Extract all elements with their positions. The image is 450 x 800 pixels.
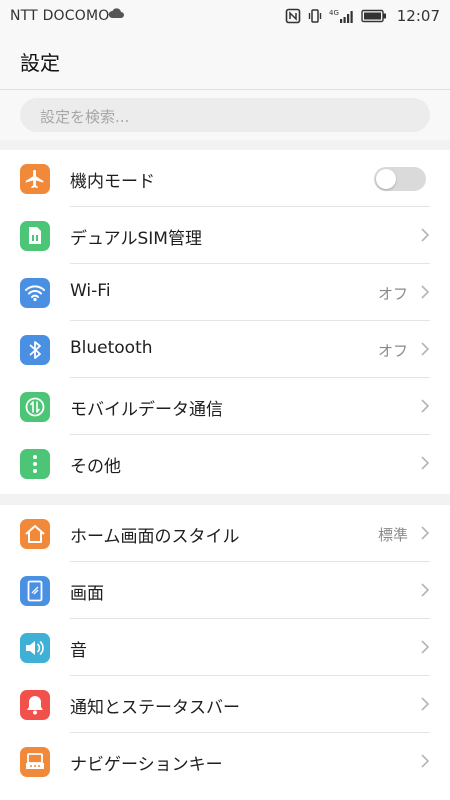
status-bar: NTT DOCOMO 4G 12:07 bbox=[0, 0, 450, 32]
chevron-right-icon bbox=[421, 583, 430, 597]
settings-item-dual-sim[interactable]: デュアルSIM管理 bbox=[0, 207, 450, 264]
more-icon bbox=[20, 449, 50, 479]
wifi-status: オフ bbox=[377, 285, 408, 303]
bluetooth-icon bbox=[20, 335, 50, 365]
chevron-right-icon bbox=[421, 342, 430, 356]
bell-icon bbox=[20, 690, 50, 720]
search-area: 設定を検索... bbox=[0, 90, 450, 140]
settings-item-label: 画面 bbox=[70, 584, 104, 604]
battery-icon bbox=[361, 9, 386, 23]
settings-item-home-style[interactable]: ホーム画面のスタイル 標準 bbox=[0, 505, 450, 562]
settings-item-label: 機内モード bbox=[70, 172, 155, 192]
airplane-mode-toggle[interactable] bbox=[374, 167, 426, 191]
home-icon bbox=[20, 519, 50, 549]
settings-item-display[interactable]: 画面 bbox=[0, 562, 450, 619]
settings-item-label: デュアルSIM管理 bbox=[70, 229, 202, 249]
chevron-right-icon bbox=[421, 697, 430, 711]
settings-item-label: 通知とステータスバー bbox=[70, 698, 240, 718]
settings-item-label: 音 bbox=[70, 641, 87, 661]
display-icon bbox=[20, 576, 50, 606]
settings-item-mobile-data[interactable]: モバイルデータ通信 bbox=[0, 378, 450, 435]
toggle-knob bbox=[376, 169, 396, 189]
bluetooth-status: オフ bbox=[377, 342, 408, 360]
chevron-right-icon bbox=[421, 399, 430, 413]
mobile-data-icon bbox=[20, 392, 50, 422]
chevron-right-icon bbox=[421, 228, 430, 242]
chevron-right-icon bbox=[421, 754, 430, 768]
settings-item-notifications[interactable]: 通知とステータスバー bbox=[0, 676, 450, 733]
navigation-key-icon bbox=[20, 747, 50, 777]
page-title: 設定 bbox=[20, 51, 60, 75]
vibrate-icon bbox=[308, 9, 321, 23]
wifi-icon bbox=[20, 278, 50, 308]
home-style-value: 標準 bbox=[377, 526, 408, 544]
clock: 12:07 bbox=[396, 7, 440, 25]
settings-section-device: ホーム画面のスタイル 標準 画面 音 通知とステータスバー ナビゲーションキー bbox=[0, 505, 450, 800]
settings-item-label: ナビゲーションキー bbox=[70, 755, 223, 775]
signal-icon: 4G bbox=[329, 9, 353, 23]
settings-item-label: モバイルデータ通信 bbox=[70, 400, 223, 420]
network-type: 4G bbox=[329, 9, 339, 17]
nfc-icon bbox=[285, 8, 301, 24]
settings-item-label: ホーム画面のスタイル bbox=[70, 527, 240, 547]
speaker-icon bbox=[20, 633, 50, 663]
airplane-icon bbox=[20, 164, 50, 194]
settings-item-sound[interactable]: 音 bbox=[0, 619, 450, 676]
chevron-right-icon bbox=[421, 526, 430, 540]
search-input[interactable]: 設定を検索... bbox=[20, 98, 430, 132]
sim-card-icon bbox=[20, 221, 50, 251]
chevron-right-icon bbox=[421, 640, 430, 654]
settings-item-airplane-mode[interactable]: 機内モード bbox=[0, 150, 450, 207]
settings-item-wifi[interactable]: Wi-Fi オフ bbox=[0, 264, 450, 321]
settings-item-label: Wi-Fi bbox=[70, 281, 111, 301]
cloud-icon bbox=[108, 8, 124, 18]
settings-section-connectivity: 機内モード デュアルSIM管理 Wi-Fi オフ Bluetooth オフ モバ bbox=[0, 150, 450, 494]
settings-item-bluetooth[interactable]: Bluetooth オフ bbox=[0, 321, 450, 378]
carrier-label: NTT DOCOMO bbox=[10, 8, 110, 24]
search-placeholder: 設定を検索... bbox=[40, 108, 130, 126]
chevron-right-icon bbox=[421, 456, 430, 470]
settings-item-label: Bluetooth bbox=[70, 338, 153, 358]
chevron-right-icon bbox=[421, 285, 430, 299]
settings-item-more[interactable]: その他 bbox=[0, 435, 450, 492]
status-icons: 4G 12:07 bbox=[285, 6, 440, 26]
settings-item-navigation-keys[interactable]: ナビゲーションキー bbox=[0, 733, 450, 790]
app-bar: 設定 bbox=[0, 32, 450, 90]
settings-item-label: その他 bbox=[70, 457, 121, 477]
